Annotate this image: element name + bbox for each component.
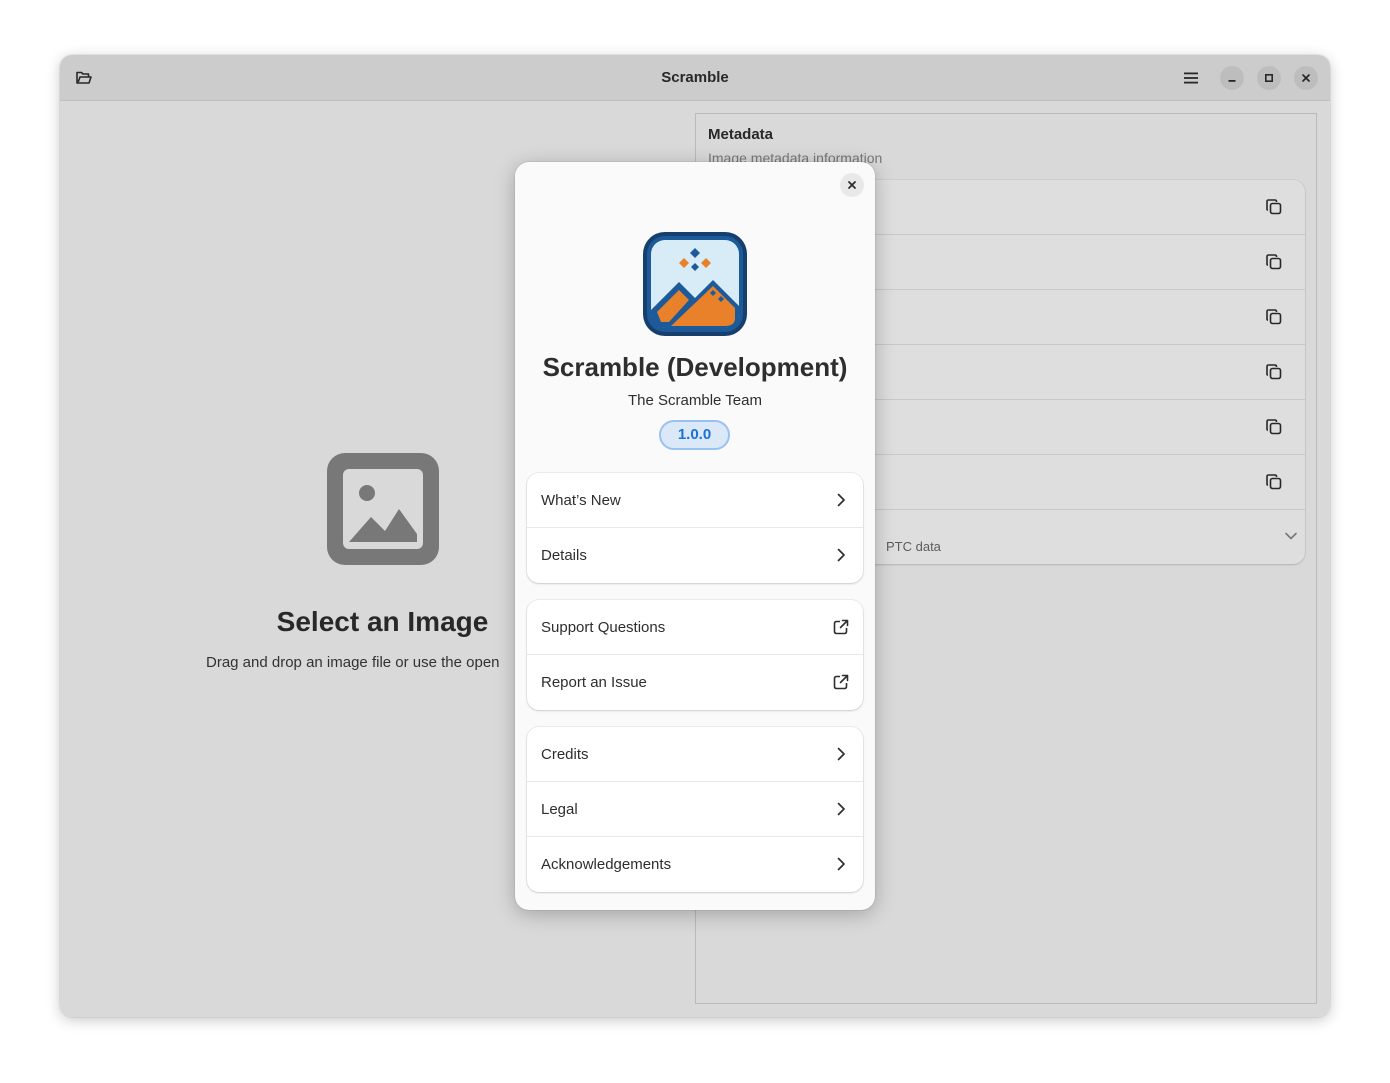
metadata-title: Metadata [708, 126, 774, 143]
chevron-right-icon [837, 493, 845, 507]
minimize-button[interactable] [1220, 66, 1244, 90]
copy-button[interactable] [1264, 362, 1284, 382]
close-dialog-button[interactable] [840, 173, 864, 197]
about-group-credits: Credits Legal Acknowledgements [527, 727, 863, 892]
copy-icon [1266, 419, 1282, 435]
version-badge[interactable]: 1.0.0 [659, 420, 730, 450]
chevron-down-icon [1285, 532, 1297, 540]
empty-state-description: Drag and drop an image file or use the o… [206, 654, 500, 671]
copy-icon [1266, 254, 1282, 270]
row-label: Details [541, 547, 587, 564]
chevron-right-icon [837, 548, 845, 562]
row-label: Support Questions [541, 619, 666, 636]
copy-button[interactable] [1264, 252, 1284, 272]
expander-subtitle: PTC data [886, 539, 941, 554]
support-questions-row[interactable]: Support Questions [527, 600, 863, 655]
copy-icon [1266, 199, 1282, 215]
copy-icon [1266, 309, 1282, 325]
main-menu-button[interactable] [1177, 64, 1205, 92]
app-name: Scramble (Development) [542, 352, 848, 382]
external-link-icon [833, 674, 849, 690]
legal-row[interactable]: Legal [527, 782, 863, 837]
copy-icon [1266, 474, 1282, 490]
about-group-info: What’s New Details [527, 473, 863, 583]
details-row[interactable]: Details [527, 528, 863, 583]
header-bar: Scramble [60, 55, 1330, 101]
window-title: Scramble [661, 69, 729, 86]
row-label: Credits [541, 746, 589, 763]
developer-name: The Scramble Team [628, 392, 762, 409]
copy-button[interactable] [1264, 472, 1284, 492]
chevron-right-icon [837, 802, 845, 816]
acknowledgements-row[interactable]: Acknowledgements [527, 837, 863, 892]
external-link-icon [833, 619, 849, 635]
minimize-icon [1228, 80, 1236, 82]
maximize-icon [1264, 73, 1274, 83]
credits-row[interactable]: Credits [527, 727, 863, 782]
maximize-button[interactable] [1257, 66, 1281, 90]
close-window-button[interactable] [1294, 66, 1318, 90]
row-label: Legal [541, 801, 578, 818]
report-issue-row[interactable]: Report an Issue [527, 655, 863, 710]
copy-icon [1266, 364, 1282, 380]
app-logo-icon [643, 232, 747, 336]
chevron-right-icon [837, 857, 845, 871]
close-icon [848, 181, 856, 189]
row-label: Report an Issue [541, 674, 647, 691]
row-label: What’s New [541, 492, 621, 509]
row-label: Acknowledgements [541, 856, 672, 873]
copy-button[interactable] [1264, 417, 1284, 437]
about-dialog: Scramble (Development) The Scramble Team… [515, 162, 875, 910]
copy-button[interactable] [1264, 307, 1284, 327]
whats-new-row[interactable]: What’s New [527, 473, 863, 528]
image-placeholder-icon [327, 453, 439, 565]
close-icon [1302, 74, 1310, 82]
about-group-links: Support Questions Report an Issue [527, 600, 863, 710]
hamburger-menu-icon [1184, 72, 1198, 84]
chevron-right-icon [837, 747, 845, 761]
copy-button[interactable] [1264, 197, 1284, 217]
